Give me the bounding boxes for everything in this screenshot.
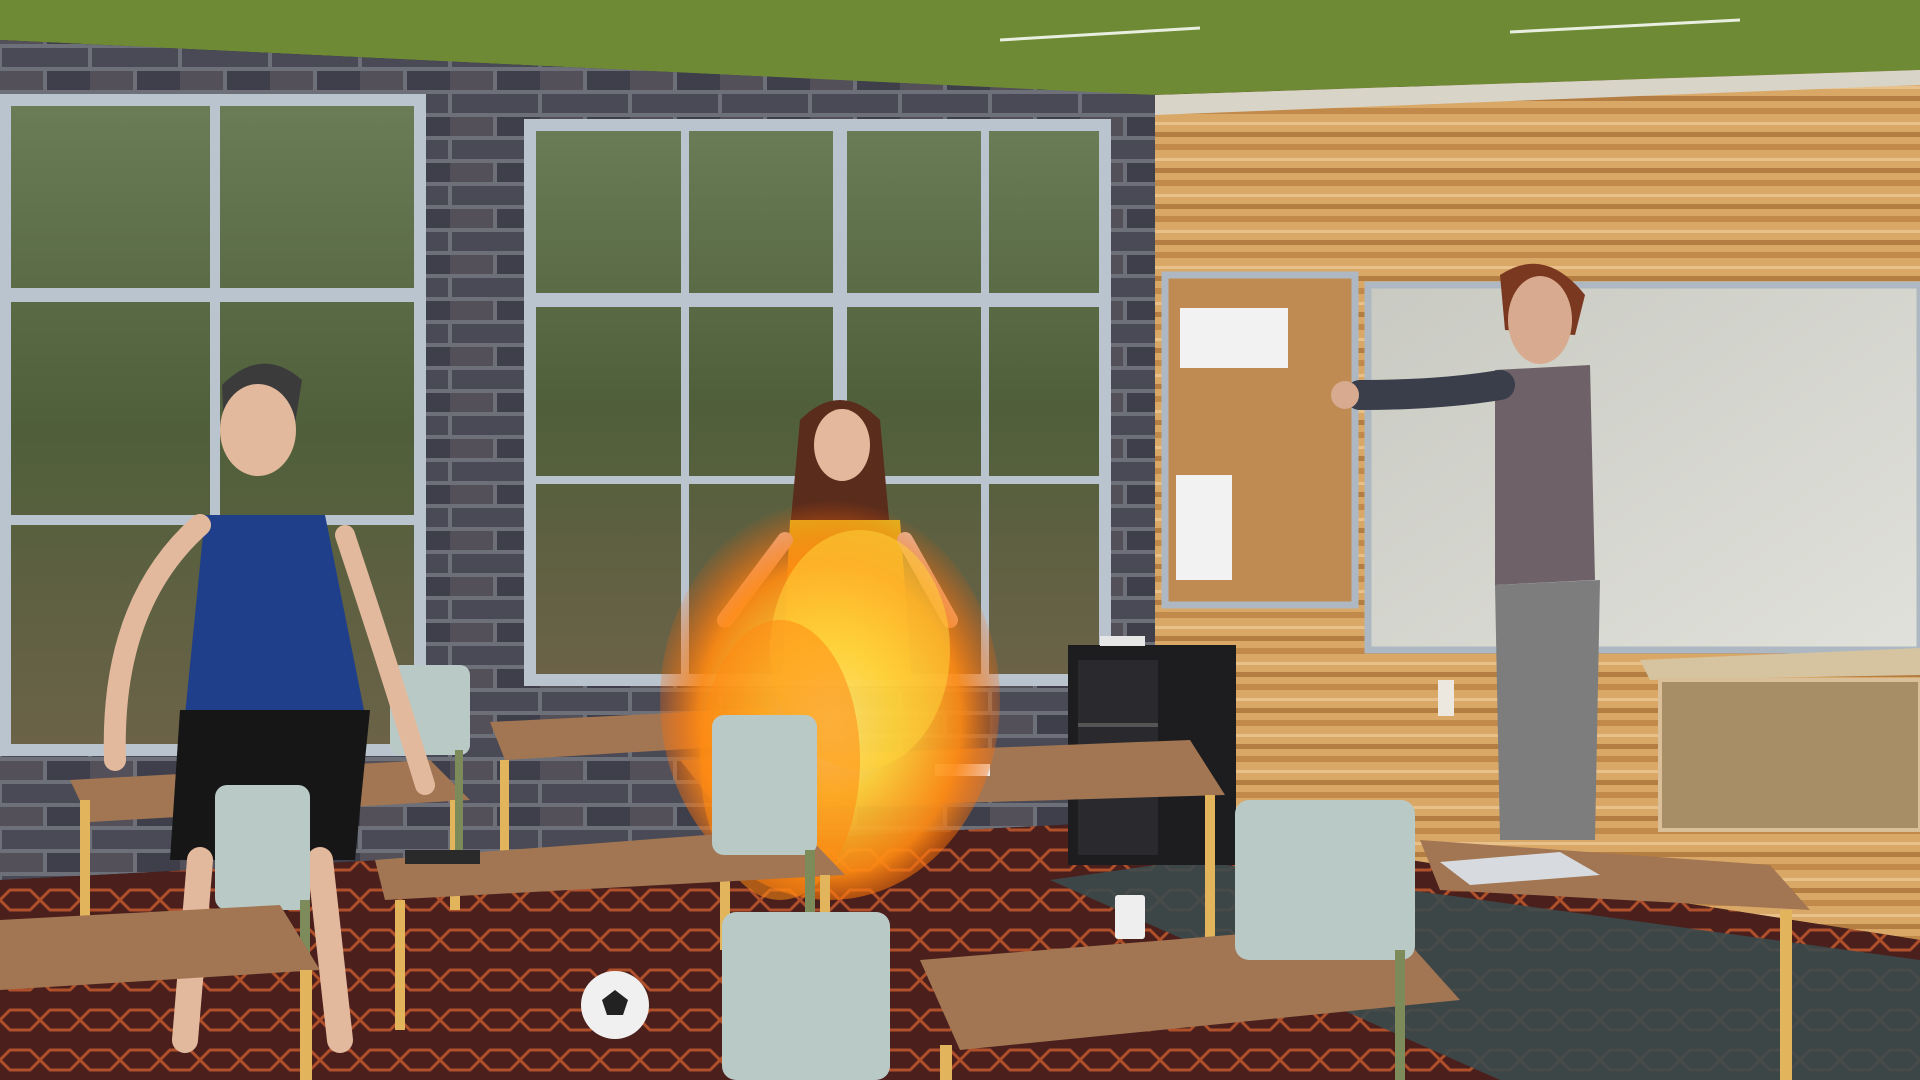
soccer-ball[interactable] xyxy=(581,971,649,1039)
student-chair[interactable] xyxy=(722,912,890,1080)
game-viewport[interactable] xyxy=(0,0,1920,1080)
light-switch[interactable] xyxy=(1438,680,1454,716)
paper-note[interactable] xyxy=(1176,475,1232,580)
paper-note[interactable] xyxy=(1180,308,1288,368)
paper-cup[interactable] xyxy=(1115,895,1145,939)
phone-on-desk[interactable] xyxy=(405,850,480,864)
corkboard[interactable] xyxy=(1161,271,1359,609)
book-stack[interactable] xyxy=(1100,636,1145,646)
teacher-desk[interactable] xyxy=(1640,648,1920,832)
whiteboard[interactable] xyxy=(1364,281,1920,654)
